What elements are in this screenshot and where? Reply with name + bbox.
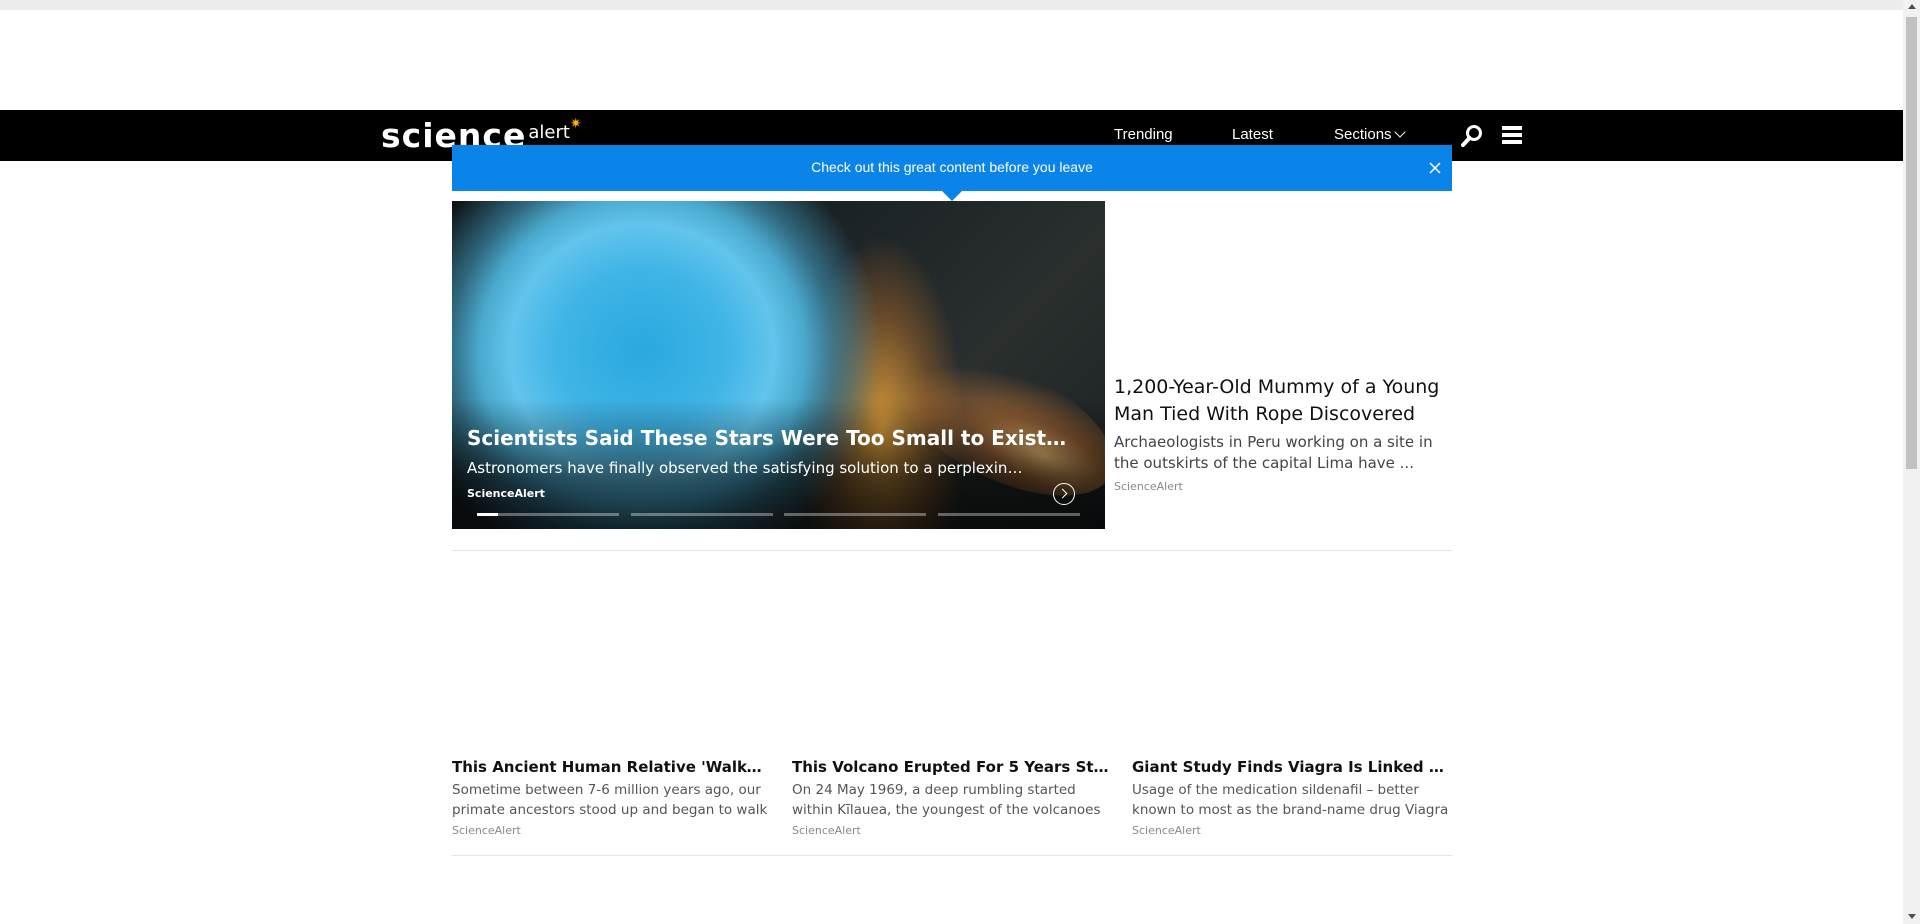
article-card[interactable]: This Ancient Human Relative 'Walked Lik.… bbox=[452, 757, 770, 837]
hamburger-menu-icon[interactable] bbox=[1501, 123, 1523, 147]
article-title: This Ancient Human Relative 'Walked Lik.… bbox=[452, 758, 770, 776]
side-article-title: 1,200-Year-Old Mummy of a Young Man Tied… bbox=[1114, 376, 1440, 425]
close-icon[interactable] bbox=[1426, 159, 1444, 177]
next-arrow-icon[interactable] bbox=[1053, 483, 1075, 505]
article-title: This Volcano Erupted For 5 Years Straigh… bbox=[792, 758, 1110, 776]
hero-title: Scientists Said These Stars Were Too Sma… bbox=[467, 426, 1067, 450]
nav-sections-label: Sections bbox=[1334, 126, 1392, 143]
hero-carousel-card[interactable]: Scientists Said These Stars Were Too Sma… bbox=[452, 201, 1105, 529]
nav-trending-link[interactable]: Trending bbox=[1114, 126, 1173, 143]
article-card[interactable]: This Volcano Erupted For 5 Years Straigh… bbox=[792, 757, 1110, 837]
nav-sections-dropdown[interactable]: Sections bbox=[1334, 126, 1406, 143]
hero-source: ScienceAlert bbox=[467, 487, 545, 500]
article-title: Giant Study Finds Viagra Is Linked to... bbox=[1132, 758, 1450, 776]
side-article-description: Archaeologists in Peru working on a site… bbox=[1114, 433, 1433, 472]
hero-description: Astronomers have finally observed the sa… bbox=[467, 459, 1027, 477]
chevron-down-icon bbox=[1393, 126, 1406, 138]
scrollbar-thumb[interactable] bbox=[1906, 17, 1917, 469]
browser-top-strip bbox=[0, 0, 1903, 10]
article-description: Sometime between 7-6 million years ago, … bbox=[452, 782, 768, 818]
search-icon[interactable] bbox=[1461, 124, 1483, 148]
logo-spark-icon: ✷ bbox=[569, 116, 582, 132]
carousel-progress-4[interactable] bbox=[938, 513, 1080, 516]
section-divider bbox=[452, 855, 1452, 856]
banner-text: Check out this great content before you … bbox=[811, 159, 1093, 175]
article-source: ScienceAlert bbox=[1132, 824, 1201, 837]
carousel-progress-1[interactable] bbox=[477, 513, 619, 516]
carousel-progress-2[interactable] bbox=[631, 513, 773, 516]
ad-space bbox=[0, 10, 1903, 110]
article-description: Usage of the medication sildenafil – bet… bbox=[1132, 782, 1449, 818]
article-source: ScienceAlert bbox=[452, 824, 521, 837]
article-card[interactable]: Giant Study Finds Viagra Is Linked to...… bbox=[1132, 757, 1450, 837]
scroll-down-arrow-icon[interactable] bbox=[1908, 914, 1916, 919]
banner-pointer bbox=[942, 191, 962, 201]
scroll-up-arrow-icon[interactable] bbox=[1908, 4, 1916, 9]
side-article-source: ScienceAlert bbox=[1114, 480, 1183, 493]
exit-intent-banner: Check out this great content before you … bbox=[452, 145, 1452, 191]
carousel-progress-fill bbox=[477, 513, 499, 516]
section-divider bbox=[452, 550, 1452, 551]
article-source: ScienceAlert bbox=[792, 824, 861, 837]
article-description: On 24 May 1969, a deep rumbling started … bbox=[792, 782, 1101, 818]
carousel-progress-3[interactable] bbox=[784, 513, 926, 516]
vertical-scrollbar[interactable] bbox=[1903, 0, 1920, 924]
nav-latest-link[interactable]: Latest bbox=[1232, 126, 1273, 143]
logo-alert-text: alert bbox=[528, 122, 570, 143]
side-article-card[interactable]: 1,200-Year-Old Mummy of a Young Man Tied… bbox=[1114, 374, 1452, 493]
